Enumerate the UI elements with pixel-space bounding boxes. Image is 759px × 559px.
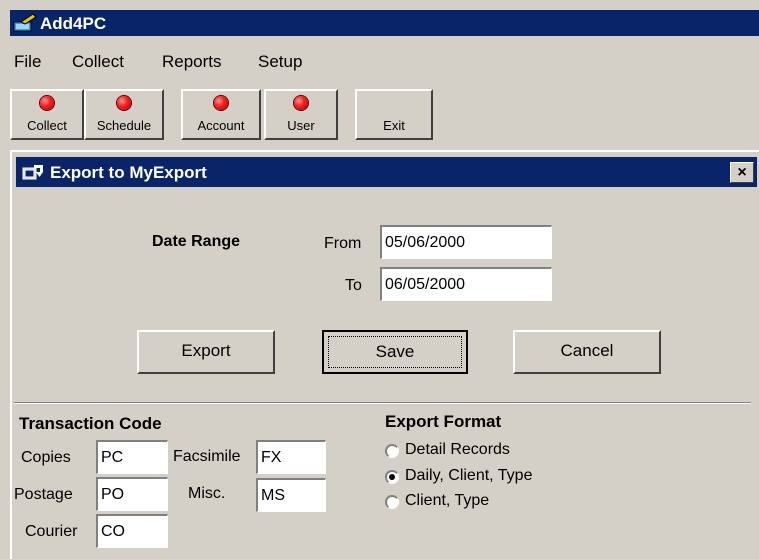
transaction-code-heading: Transaction Code [19, 414, 162, 433]
courier-input[interactable] [98, 516, 167, 547]
daily-client-type-label[interactable]: Daily, Client, Type [405, 467, 532, 485]
copies-field[interactable] [96, 440, 168, 474]
cancel-button[interactable]: Cancel [513, 330, 661, 374]
toolbar: Collect Schedule Account User Exit [10, 84, 759, 144]
from-label: From [324, 235, 362, 252]
date-range-heading: Date Range [152, 233, 241, 250]
courier-field[interactable] [96, 514, 168, 548]
account-button-label: Account [197, 118, 245, 133]
exit-button[interactable]: Exit [355, 89, 433, 140]
collect-button[interactable]: Collect [10, 89, 84, 140]
schedule-button-label: Schedule [96, 118, 152, 133]
misc-input[interactable] [258, 480, 325, 511]
export-button-label: Export [181, 341, 231, 360]
to-label: To [345, 277, 362, 294]
app-window: Add4PC File Collect Reports Setup Collec… [0, 0, 759, 559]
red-led-icon [294, 96, 308, 110]
misc-field[interactable] [256, 478, 326, 512]
red-led-icon [40, 96, 54, 110]
from-date-input[interactable] [382, 227, 551, 258]
facsimile-input[interactable] [258, 442, 325, 473]
cancel-button-label: Cancel [560, 341, 614, 360]
detail-records-radio[interactable] [385, 444, 399, 458]
client-type-radio[interactable] [385, 495, 399, 509]
red-led-icon [117, 96, 131, 110]
menu-collect[interactable]: Collect [72, 52, 124, 72]
save-button-label: Save [375, 342, 415, 361]
to-date-field[interactable] [380, 267, 552, 301]
menu-setup[interactable]: Setup [258, 52, 302, 72]
client-type-label[interactable]: Client, Type [405, 492, 489, 510]
export-button[interactable]: Export [137, 330, 275, 374]
courier-label: Courier [25, 523, 78, 540]
red-led-icon [214, 96, 228, 110]
postage-label: Postage [14, 486, 73, 503]
daily-client-type-radio[interactable] [385, 470, 399, 484]
separator [14, 402, 751, 404]
from-date-field[interactable] [380, 225, 552, 259]
radio-selected-dot [389, 474, 395, 480]
misc-label: Misc. [188, 485, 226, 502]
title-bar: Add4PC [10, 10, 759, 36]
close-button[interactable]: × [730, 162, 754, 183]
postage-field[interactable] [96, 477, 168, 511]
user-button-label: User [287, 118, 315, 133]
exit-button-label: Exit [383, 118, 405, 133]
facsimile-field[interactable] [256, 440, 326, 474]
account-button[interactable]: Account [181, 89, 261, 140]
postage-input[interactable] [98, 479, 167, 510]
detail-records-label[interactable]: Detail Records [405, 441, 510, 459]
save-button[interactable]: Save [322, 330, 468, 374]
close-icon: × [737, 164, 747, 181]
to-date-input[interactable] [382, 269, 551, 300]
export-dialog: Export to MyExport × Date Range From To … [10, 150, 759, 559]
collect-button-label: Collect [27, 118, 67, 133]
copies-label: Copies [21, 449, 71, 466]
menu-file[interactable]: File [14, 52, 41, 72]
schedule-button[interactable]: Schedule [84, 89, 164, 140]
menu-reports[interactable]: Reports [162, 52, 222, 72]
app-icon [13, 13, 37, 32]
export-format-heading: Export Format [385, 412, 502, 431]
facsimile-label: Facsimile [173, 448, 241, 465]
user-button[interactable]: User [264, 89, 338, 140]
app-title: Add4PC [40, 14, 107, 33]
dialog-title: Export to MyExport [50, 163, 207, 182]
dialog-title-bar: Export to MyExport × [16, 157, 757, 187]
copies-input[interactable] [98, 442, 167, 473]
export-icon [22, 165, 43, 180]
